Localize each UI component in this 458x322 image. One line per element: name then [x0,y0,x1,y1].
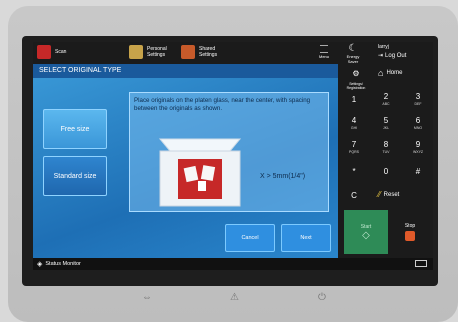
key-2-label: 2 [383,92,389,101]
key-2[interactable]: 2 ABC [372,90,400,108]
spacing-text: X > 5mm(1/4") [260,173,306,180]
menu-icon [320,45,328,53]
key-3[interactable]: 3 DEF [404,90,432,108]
key-5-label: 5 [383,116,389,125]
personal-settings-button[interactable]: Personal Settings [129,45,167,59]
home-label: Home [386,70,403,76]
key-6-sub: MNO [413,126,423,130]
key-8-label: 8 [383,140,389,149]
instruction-text: Place originals on the platen glass, nea… [134,97,311,112]
key-hash-label: # [415,166,421,176]
next-label: Next [300,235,312,241]
hardware-indicators: ⇔ ⚠ ⏻ [22,286,438,316]
status-monitor-button[interactable]: ◈ Status Monitor [37,260,81,268]
standard-size-button[interactable]: Standard size [43,156,107,196]
key-hash[interactable]: # [404,162,432,180]
logout-label: Log Out [385,52,407,59]
status-bar: ◈ Status Monitor [33,258,433,270]
key-9[interactable]: 9 WXYZ [404,138,432,156]
start-icon: ◇ [362,229,370,241]
data-indicator-icon: ⇔ [142,292,152,303]
power-icon[interactable]: ⏻ [318,292,326,303]
clear-button[interactable]: C [340,186,368,204]
key-0[interactable]: 0 [372,162,400,180]
scan-icon [37,45,51,59]
shared-settings-icon [181,45,195,59]
key-7-sub: PQRS [349,150,359,154]
key-9-label: 9 [415,140,421,149]
key-6[interactable]: 6 MNO [404,114,432,132]
key-3-sub: DEF [414,102,422,106]
home-icon: ⌂ [378,68,384,78]
key-7[interactable]: 7 PQRS [340,138,368,156]
energy-saver-button[interactable]: ☾ Energy Saver [342,43,364,65]
key-asterisk-label: * [352,166,356,176]
key-1-label: 1 [351,94,357,104]
scan-button[interactable]: Scan [37,45,66,59]
status-monitor-icon: ◈ [37,261,43,268]
key-8-sub: TUV [382,150,390,154]
top-bar: Scan Personal Settings Shared Settings M… [33,42,338,64]
standard-size-label: Standard size [53,172,97,180]
error-indicator-icon: ⚠ [230,292,239,303]
start-button[interactable]: Start ◇ [344,210,388,254]
clear-label: C [351,190,357,200]
logout-button[interactable]: ⇥ Log Out [378,52,407,60]
settings-registration-button[interactable]: ⚙ Settings/ Registration [342,66,370,91]
cancel-label: Cancel [241,235,259,241]
status-monitor-label: Status Monitor [45,261,81,267]
key-6-label: 6 [415,116,421,125]
logout-icon: ⇥ [378,53,384,59]
shared-settings-label: Shared Settings [199,46,218,58]
main-panel: SELECT ORIGINAL TYPE Free size Standard … [33,64,338,258]
cancel-button[interactable]: Cancel [225,224,275,252]
scan-label: Scan [55,49,67,55]
menu-button[interactable]: Menu [319,45,329,59]
right-panel: ☾ Energy Saver larryj ⇥ Log Out ⚙ Settin… [338,42,433,258]
key-5-sub: JKL [382,126,390,130]
menu-label: Menu [319,54,330,59]
stop-icon [405,231,415,241]
moon-icon: ☾ [348,43,358,54]
stop-button[interactable]: Stop [392,210,428,254]
next-button[interactable]: Next [281,224,331,252]
free-size-label: Free size [60,125,90,133]
key-3-label: 3 [415,92,421,101]
key-2-sub: ABC [382,102,390,106]
platen-glass-illustration [158,138,242,207]
reset-icon: ⁄⁄ [378,190,381,199]
key-8[interactable]: 8 TUV [372,138,400,156]
reset-label: Reset [383,191,400,198]
key-4[interactable]: 4 GHI [340,114,368,132]
key-7-label: 7 [351,140,357,149]
free-size-button[interactable]: Free size [43,109,107,149]
settings-registration-label: Settings/ Registration [346,82,366,90]
key-asterisk[interactable]: * [340,162,368,180]
key-4-label: 4 [351,116,357,125]
key-0-label: 0 [383,166,389,176]
key-5[interactable]: 5 JKL [372,114,400,132]
touch-screen: Scan Personal Settings Shared Settings M… [33,42,433,270]
settings-icon: ⚙ [352,69,360,78]
personal-settings-icon [129,45,143,59]
reset-button[interactable]: ⁄⁄ Reset [378,190,399,199]
shared-settings-button[interactable]: Shared Settings [181,45,217,59]
page-title: SELECT ORIGINAL TYPE [33,64,338,78]
keyboard-icon[interactable] [415,260,427,267]
instruction-panel: Place originals on the platen glass, nea… [129,92,329,212]
home-button[interactable]: ⌂ Home [378,68,402,78]
user-label: larryj [378,44,389,50]
key-9-sub: WXYZ [412,150,424,154]
stop-label: Stop [404,223,416,229]
key-4-sub: GHI [350,126,358,130]
energy-saver-label: Energy Saver [346,54,360,64]
key-1[interactable]: 1 [340,90,368,108]
personal-settings-label: Personal Settings [147,46,167,58]
